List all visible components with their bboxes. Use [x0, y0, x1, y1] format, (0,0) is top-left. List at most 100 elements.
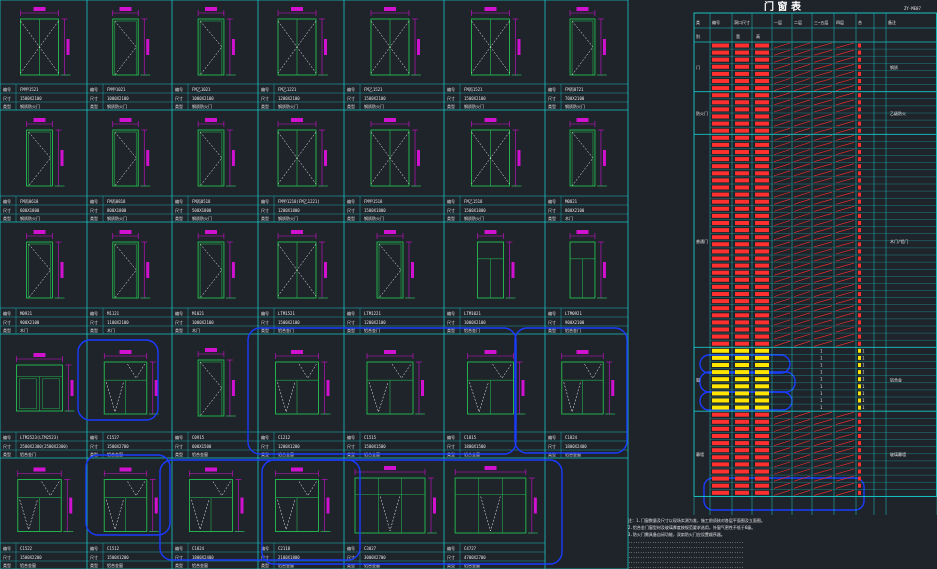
table-total-cell — [858, 135, 861, 140]
table-height-cell — [755, 363, 769, 367]
dimension-text-block — [611, 380, 615, 396]
table-total-cell — [858, 213, 861, 218]
panel-size-caption: 尺寸 — [3, 95, 11, 101]
door-window-panel: 编号 C1824 尺寸 1800X2400 类型 铝合金窗 — [172, 467, 258, 569]
panel-code-caption: 编号 — [175, 434, 183, 440]
dimension-text-block — [119, 118, 132, 122]
door-window-panel: 编号 C0915 尺寸 600X1500 类型 铝合金窗 — [172, 348, 258, 458]
door-window-panel: 编号 M1021 尺寸 1000X2100 类型 木门 — [172, 230, 258, 334]
panel-size: 1100X2100 — [107, 320, 129, 325]
table-slash — [793, 163, 811, 170]
frame-outline — [376, 241, 404, 299]
table-height-cell — [755, 341, 769, 346]
revision-cloud — [699, 371, 796, 393]
table-height-cell — [755, 121, 769, 126]
table-slash — [793, 64, 811, 70]
panel-material: 铝合金窗 — [364, 562, 380, 568]
table-count: 1 — [820, 398, 823, 403]
table-code-cell — [712, 263, 729, 268]
dimension-text-block — [154, 497, 158, 514]
table-slash — [793, 490, 811, 496]
dimension-text-block — [291, 467, 303, 472]
table-code-cell — [712, 157, 729, 162]
opening-indicator — [191, 499, 210, 531]
swing-indicator — [370, 131, 391, 185]
panel-code-caption: 编号 — [447, 86, 455, 92]
panel-code-caption: 编号 — [261, 434, 269, 440]
table-width-cell — [735, 79, 749, 83]
table-slash — [793, 447, 811, 454]
table-slash — [773, 177, 791, 184]
panel-size: 1500X1800 — [364, 208, 386, 213]
panel-type-caption: 类型 — [548, 215, 556, 221]
swing-indicator — [471, 131, 491, 185]
dimension-text-block — [511, 262, 515, 278]
panel-size-caption: 尺寸 — [3, 207, 11, 213]
dimension-text-block — [517, 39, 521, 55]
dimension-text-block — [70, 380, 74, 396]
dimension-text-block — [146, 39, 150, 55]
dimension-text-block — [291, 7, 303, 11]
table-slash — [835, 142, 855, 148]
table-total-cell — [858, 50, 861, 55]
panel-type-caption: 类型 — [175, 562, 183, 568]
table-height-cell — [755, 142, 769, 147]
panel-code-caption: 编号 — [447, 545, 455, 551]
table-slash — [773, 99, 791, 106]
table-width-cell — [735, 178, 749, 183]
table-slash — [835, 426, 855, 432]
panel-code: C1527 — [107, 435, 120, 440]
table-slash — [773, 433, 791, 439]
table-slash — [793, 305, 811, 312]
table-total-cell — [858, 43, 861, 48]
table-slash — [835, 262, 855, 269]
table-code-cell — [712, 135, 729, 140]
panel-code-caption: 编号 — [261, 310, 269, 316]
table-slash — [793, 426, 811, 432]
table-code-cell — [712, 334, 729, 339]
door-window-panel: 编号 M0921 尺寸 900X2100 类型 木门 — [0, 230, 87, 334]
panel-size-caption: 尺寸 — [447, 95, 455, 101]
swing-indicator — [277, 20, 298, 74]
door-leaf — [199, 131, 223, 187]
table-total-cell — [858, 206, 861, 211]
table-slash — [773, 85, 791, 91]
table-slash — [835, 170, 855, 177]
table-height-cell — [755, 462, 769, 467]
table-total-cell — [858, 434, 861, 438]
panel-size-caption: 尺寸 — [347, 207, 355, 213]
table-total-cell — [858, 150, 861, 154]
door-window-panel: 编号 FM乙1221 尺寸 1200X2100 类型 钢质防火门 — [258, 7, 344, 110]
door-window-panel: 编号 M0821 尺寸 800X2100 类型 木门 — [545, 118, 628, 222]
table-total-cell — [858, 79, 861, 83]
opening-indicator — [298, 481, 317, 497]
panel-code: FM乙1021 — [192, 86, 211, 92]
swing-indicator — [571, 131, 594, 187]
table-height-cell — [755, 185, 769, 190]
table-total-cell — [858, 441, 861, 446]
table-slash — [793, 177, 811, 184]
dimension-text-block — [384, 350, 396, 354]
table-slash — [793, 120, 811, 127]
table-slash — [813, 220, 833, 226]
revision-cloud — [85, 454, 171, 536]
table-slash — [773, 198, 791, 205]
panel-size: 800X1800 — [107, 208, 127, 213]
table-width-cell — [735, 221, 749, 225]
table-header: 合 — [858, 19, 862, 25]
table-height-cell — [755, 313, 769, 318]
table-slash — [813, 206, 833, 212]
sash — [19, 378, 37, 409]
table-height-cell — [755, 86, 769, 91]
swing-indicator — [389, 131, 410, 185]
table-height-cell — [755, 455, 769, 460]
dimension-text-block — [484, 230, 497, 234]
table-count: 1 — [862, 398, 865, 403]
door-window-panel: 编号 FM甲1518 尺寸 1500X1800 类型 钢质防火门 — [344, 118, 444, 222]
table-slash — [835, 255, 855, 262]
table-slash — [813, 184, 833, 191]
panel-code: C1522 — [20, 546, 33, 551]
swing-indicator — [471, 20, 491, 74]
panel-code-caption: 编号 — [3, 86, 11, 92]
door-window-panel: 编号 C1824 尺寸 1800X2400 类型 铝合金窗 — [545, 350, 628, 458]
